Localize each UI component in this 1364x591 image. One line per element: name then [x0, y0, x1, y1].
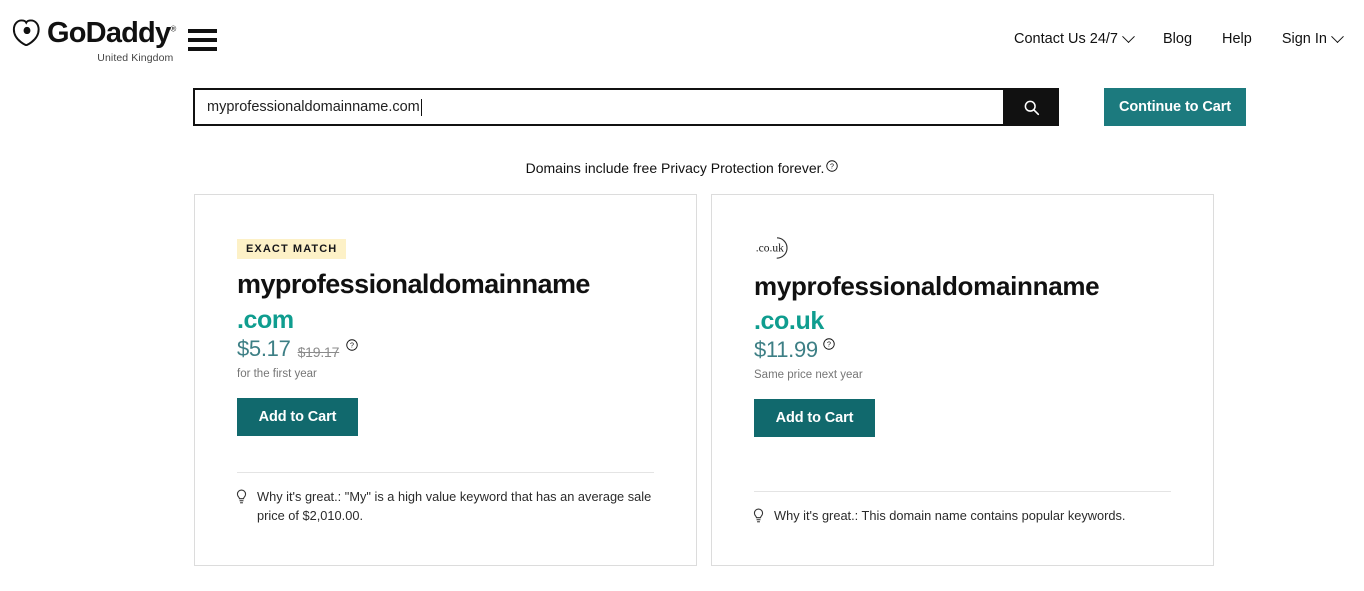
- search-input-value: myprofessionaldomainname.com: [207, 98, 420, 115]
- nav-item-blog[interactable]: Blog: [1163, 31, 1192, 47]
- godaddy-logo[interactable]: GoDaddy® United Kingdom: [12, 16, 176, 64]
- domain-name-label: myprofessionaldomainname: [754, 271, 1100, 301]
- domain-tld-label: .co.uk: [754, 306, 824, 335]
- privacy-notice: Domains include free Privacy Protection …: [0, 160, 1364, 176]
- privacy-notice-text: Domains include free Privacy Protection …: [525, 160, 825, 176]
- godaddy-heart-logo-icon: [12, 19, 40, 47]
- logo-row: GoDaddy®: [12, 16, 176, 49]
- nav-label: Contact Us 24/7: [1014, 31, 1118, 47]
- card-divider: [754, 491, 1171, 492]
- search-button[interactable]: [1003, 88, 1059, 126]
- magnifier-icon: [1024, 100, 1039, 115]
- question-circle-icon[interactable]: ?: [826, 160, 839, 172]
- price-note: Same price next year: [754, 368, 863, 381]
- why-its-great-text: Why it's great.: This domain name contai…: [774, 508, 1126, 523]
- lightbulb-icon: [236, 489, 247, 504]
- status-badge: EXACT MATCH: [237, 239, 347, 259]
- nav-label: Help: [1222, 31, 1252, 47]
- add-to-cart-button[interactable]: Add to Cart: [237, 397, 358, 436]
- site-header: GoDaddy® United Kingdom Contact Us 24/7 …: [0, 0, 1364, 80]
- svg-text:?: ?: [350, 342, 354, 350]
- svg-text:?: ?: [830, 163, 834, 171]
- top-navigation: Contact Us 24/7 Blog Help Sign In: [1014, 29, 1344, 47]
- card-content: .co.uk myprofessionaldomainname .co.uk $…: [712, 195, 1213, 437]
- price-note: for the first year: [237, 367, 317, 380]
- logo-country-label: United Kingdom: [97, 52, 174, 64]
- continue-to-cart-button[interactable]: Continue to Cart: [1104, 88, 1246, 126]
- svg-text:.co.uk: .co.uk: [756, 243, 784, 255]
- nav-label: Blog: [1162, 31, 1193, 47]
- nav-item-sign-in[interactable]: Sign In: [1281, 29, 1344, 47]
- price-original: $19.17: [297, 344, 340, 361]
- domain-results-list: EXACT MATCH myprofessionaldomainname .co…: [194, 194, 1214, 566]
- nav-item-contact-us[interactable]: Contact Us 24/7: [1014, 29, 1135, 47]
- lightbulb-icon: [753, 508, 764, 523]
- logo-wordmark: GoDaddy®: [47, 16, 176, 49]
- card-content: EXACT MATCH myprofessionaldomainname .co…: [195, 195, 696, 436]
- couk-registry-logo-icon: .co.uk: [756, 237, 788, 259]
- chevron-down-icon: [1331, 29, 1344, 43]
- hamburger-line: [188, 47, 217, 51]
- question-circle-icon[interactable]: ?: [346, 339, 358, 352]
- price-row: $5.17 $19.17 ?: [237, 337, 654, 361]
- chevron-down-icon: [1122, 29, 1135, 43]
- nav-item-help[interactable]: Help: [1222, 31, 1252, 47]
- svg-text:?: ?: [827, 341, 831, 349]
- why-its-great-text: Why it's great.: "My" is a high value ke…: [257, 489, 652, 523]
- hamburger-line: [188, 29, 217, 33]
- domain-name-label: myprofessionaldomainname: [237, 269, 590, 299]
- search-input[interactable]: myprofessionaldomainname.com: [193, 88, 1003, 126]
- hamburger-menu-icon[interactable]: [188, 29, 217, 51]
- price-row: $11.99 ?: [754, 338, 1171, 362]
- domain-search-bar: myprofessionaldomainname.com Continue to…: [193, 88, 1246, 126]
- nav-label: Sign In: [1281, 31, 1327, 47]
- domain-tld-label: .com: [237, 305, 294, 334]
- price-current: $11.99: [754, 337, 818, 363]
- logo-trademark: ®: [170, 23, 176, 33]
- domain-result-card[interactable]: EXACT MATCH myprofessionaldomainname .co…: [194, 194, 697, 566]
- add-to-cart-button[interactable]: Add to Cart: [754, 398, 875, 437]
- domain-result-card[interactable]: .co.uk myprofessionaldomainname .co.uk $…: [711, 194, 1214, 566]
- why-its-great-row: Why it's great.: "My" is a high value ke…: [235, 488, 656, 526]
- question-circle-icon[interactable]: ?: [823, 338, 835, 351]
- why-its-great-row: Why it's great.: This domain name contai…: [752, 507, 1173, 526]
- hamburger-line: [188, 38, 217, 42]
- text-cursor: [420, 98, 422, 116]
- card-divider: [237, 472, 654, 473]
- price-current: $5.17: [237, 336, 291, 362]
